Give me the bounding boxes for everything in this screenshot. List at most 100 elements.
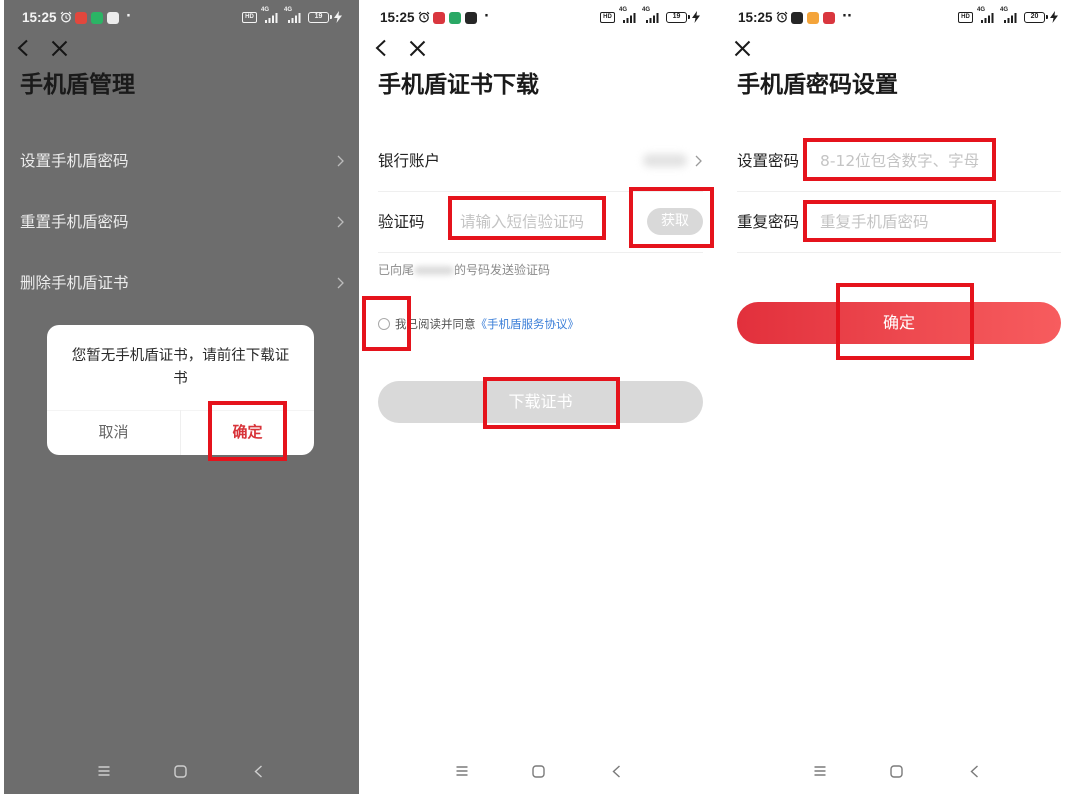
page-title: 手机盾密码设置 [737,72,898,98]
menu-item-label: 设置手机盾密码 [20,152,129,170]
page-title: 手机盾管理 [20,72,135,98]
home-icon[interactable] [174,765,187,778]
notification-app-icon [107,12,119,24]
close-icon[interactable] [734,40,751,57]
battery-icon: 20 [1024,12,1048,23]
charging-icon [334,11,342,23]
confirm-button[interactable]: 确定 [181,410,314,455]
password-input[interactable] [820,144,992,178]
notification-app-icon [823,12,835,24]
bank-account-label: 银行账户 [378,152,441,170]
back-icon[interactable] [970,765,979,778]
verify-code-label: 验证码 [378,213,425,231]
menu-icon[interactable] [98,765,110,777]
page-title: 手机盾证书下载 [378,72,539,98]
chevron-right-icon [695,155,702,167]
signal-icon: 4G [261,7,281,24]
confirm-button[interactable]: 确定 [737,302,1061,344]
notification-app-icon [91,12,103,24]
chevron-right-icon [337,216,344,228]
signal-icon: 4G [1000,7,1020,24]
hd-label: HD [961,14,970,20]
more-notifications-dots: · [126,9,131,24]
chevron-right-icon [337,155,344,167]
alarm-icon [418,11,430,23]
battery-level: 19 [672,13,681,20]
no-certificate-dialog: 您暂无手机盾证书，请前往下载证书 取消 确定 [47,325,314,455]
system-navigation-bar [720,759,1075,783]
home-icon[interactable] [532,765,545,778]
get-code-button[interactable]: 获取 [647,208,703,235]
row-divider [737,191,1061,192]
battery-level: 20 [1030,13,1039,20]
notification-app-icon [449,12,461,24]
signal-icon: 4G [977,7,997,24]
code-sent-suffix: 的号码发送验证码 [454,263,551,277]
status-time: 15:25 [738,10,773,25]
repeat-password-label: 重复密码 [737,213,800,231]
menu-item-delete-certificate[interactable]: 删除手机盾证书 [4,263,359,303]
cancel-button[interactable]: 取消 [47,410,180,455]
screen-manage: 15:25 · HD 4G 4G 19 手机盾管理 设置手机盾密码 重置手机盾密… [4,0,359,794]
notification-app-icon [791,12,803,24]
verify-code-input[interactable] [460,205,606,239]
hd-label: HD [603,14,612,20]
menu-icon[interactable] [814,765,826,777]
system-navigation-bar [362,759,717,783]
hd-voice-icon: HD [600,12,615,23]
agreement-radio[interactable] [378,318,390,330]
agreement-label: 我已阅读并同意 [395,317,476,331]
alarm-icon [60,11,72,23]
notification-app-icon [465,12,477,24]
menu-item-reset-password[interactable]: 重置手机盾密码 [4,202,359,242]
charging-icon [692,11,700,23]
chevron-left-icon[interactable] [374,39,388,57]
home-icon[interactable] [890,765,903,778]
repeat-password-input[interactable] [820,205,992,239]
row-divider [378,252,703,253]
more-notifications-dots: ·· [842,9,852,24]
signal-icon: 4G [642,7,662,24]
code-sent-notice: 已向尾 的号码发送验证码 [378,262,550,278]
menu-item-label: 重置手机盾密码 [20,213,129,231]
battery-icon: 19 [666,12,690,23]
hd-voice-icon: HD [242,12,257,23]
charging-icon [1050,11,1058,23]
chevron-right-icon [337,277,344,289]
screen-password-setup: 15:25 ·· HD 4G 4G 20 手机盾密码设置 设置密码 重复密码 确… [720,0,1075,794]
signal-icon: 4G [619,7,639,24]
close-icon[interactable] [51,40,68,57]
row-divider [378,191,703,192]
menu-item-label: 删除手机盾证书 [20,274,129,292]
menu-item-set-password[interactable]: 设置手机盾密码 [4,141,359,181]
password-label: 设置密码 [737,152,800,170]
status-bar: 15:25 · HD 4G 4G 19 [4,0,359,30]
battery-icon: 19 [308,12,332,23]
signal-icon: 4G [284,7,304,24]
close-icon[interactable] [409,40,426,57]
back-icon[interactable] [254,765,263,778]
code-sent-prefix: 已向尾 [378,263,415,277]
notification-app-icon [75,12,87,24]
back-icon[interactable] [612,765,621,778]
dialog-message: 您暂无手机盾证书，请前往下载证书 [71,348,290,387]
battery-level: 19 [314,13,323,20]
download-certificate-button[interactable]: 下载证书 [378,381,703,423]
redacted-account-number [643,154,687,167]
screen-certificate-download: 15:25 · HD 4G 4G 19 手机盾证书下载 银行账户 验证码 获取 … [362,0,717,794]
status-bar: 15:25 · HD 4G 4G 19 [362,0,717,30]
more-notifications-dots: · [484,9,489,24]
notification-app-icon [433,12,445,24]
menu-icon[interactable] [456,765,468,777]
chevron-left-icon[interactable] [16,39,30,57]
hd-voice-icon: HD [958,12,973,23]
agreement-link[interactable]: 《手机盾服务协议》 [476,317,580,331]
redacted-phone-number [414,266,455,275]
system-navigation-bar [4,759,359,783]
hd-label: HD [245,14,254,20]
status-bar: 15:25 ·· HD 4G 4G 20 [720,0,1075,30]
agreement-text: 我已阅读并同意《手机盾服务协议》 [395,316,579,332]
alarm-icon [776,11,788,23]
row-divider [737,252,1061,253]
notification-app-icon [807,12,819,24]
